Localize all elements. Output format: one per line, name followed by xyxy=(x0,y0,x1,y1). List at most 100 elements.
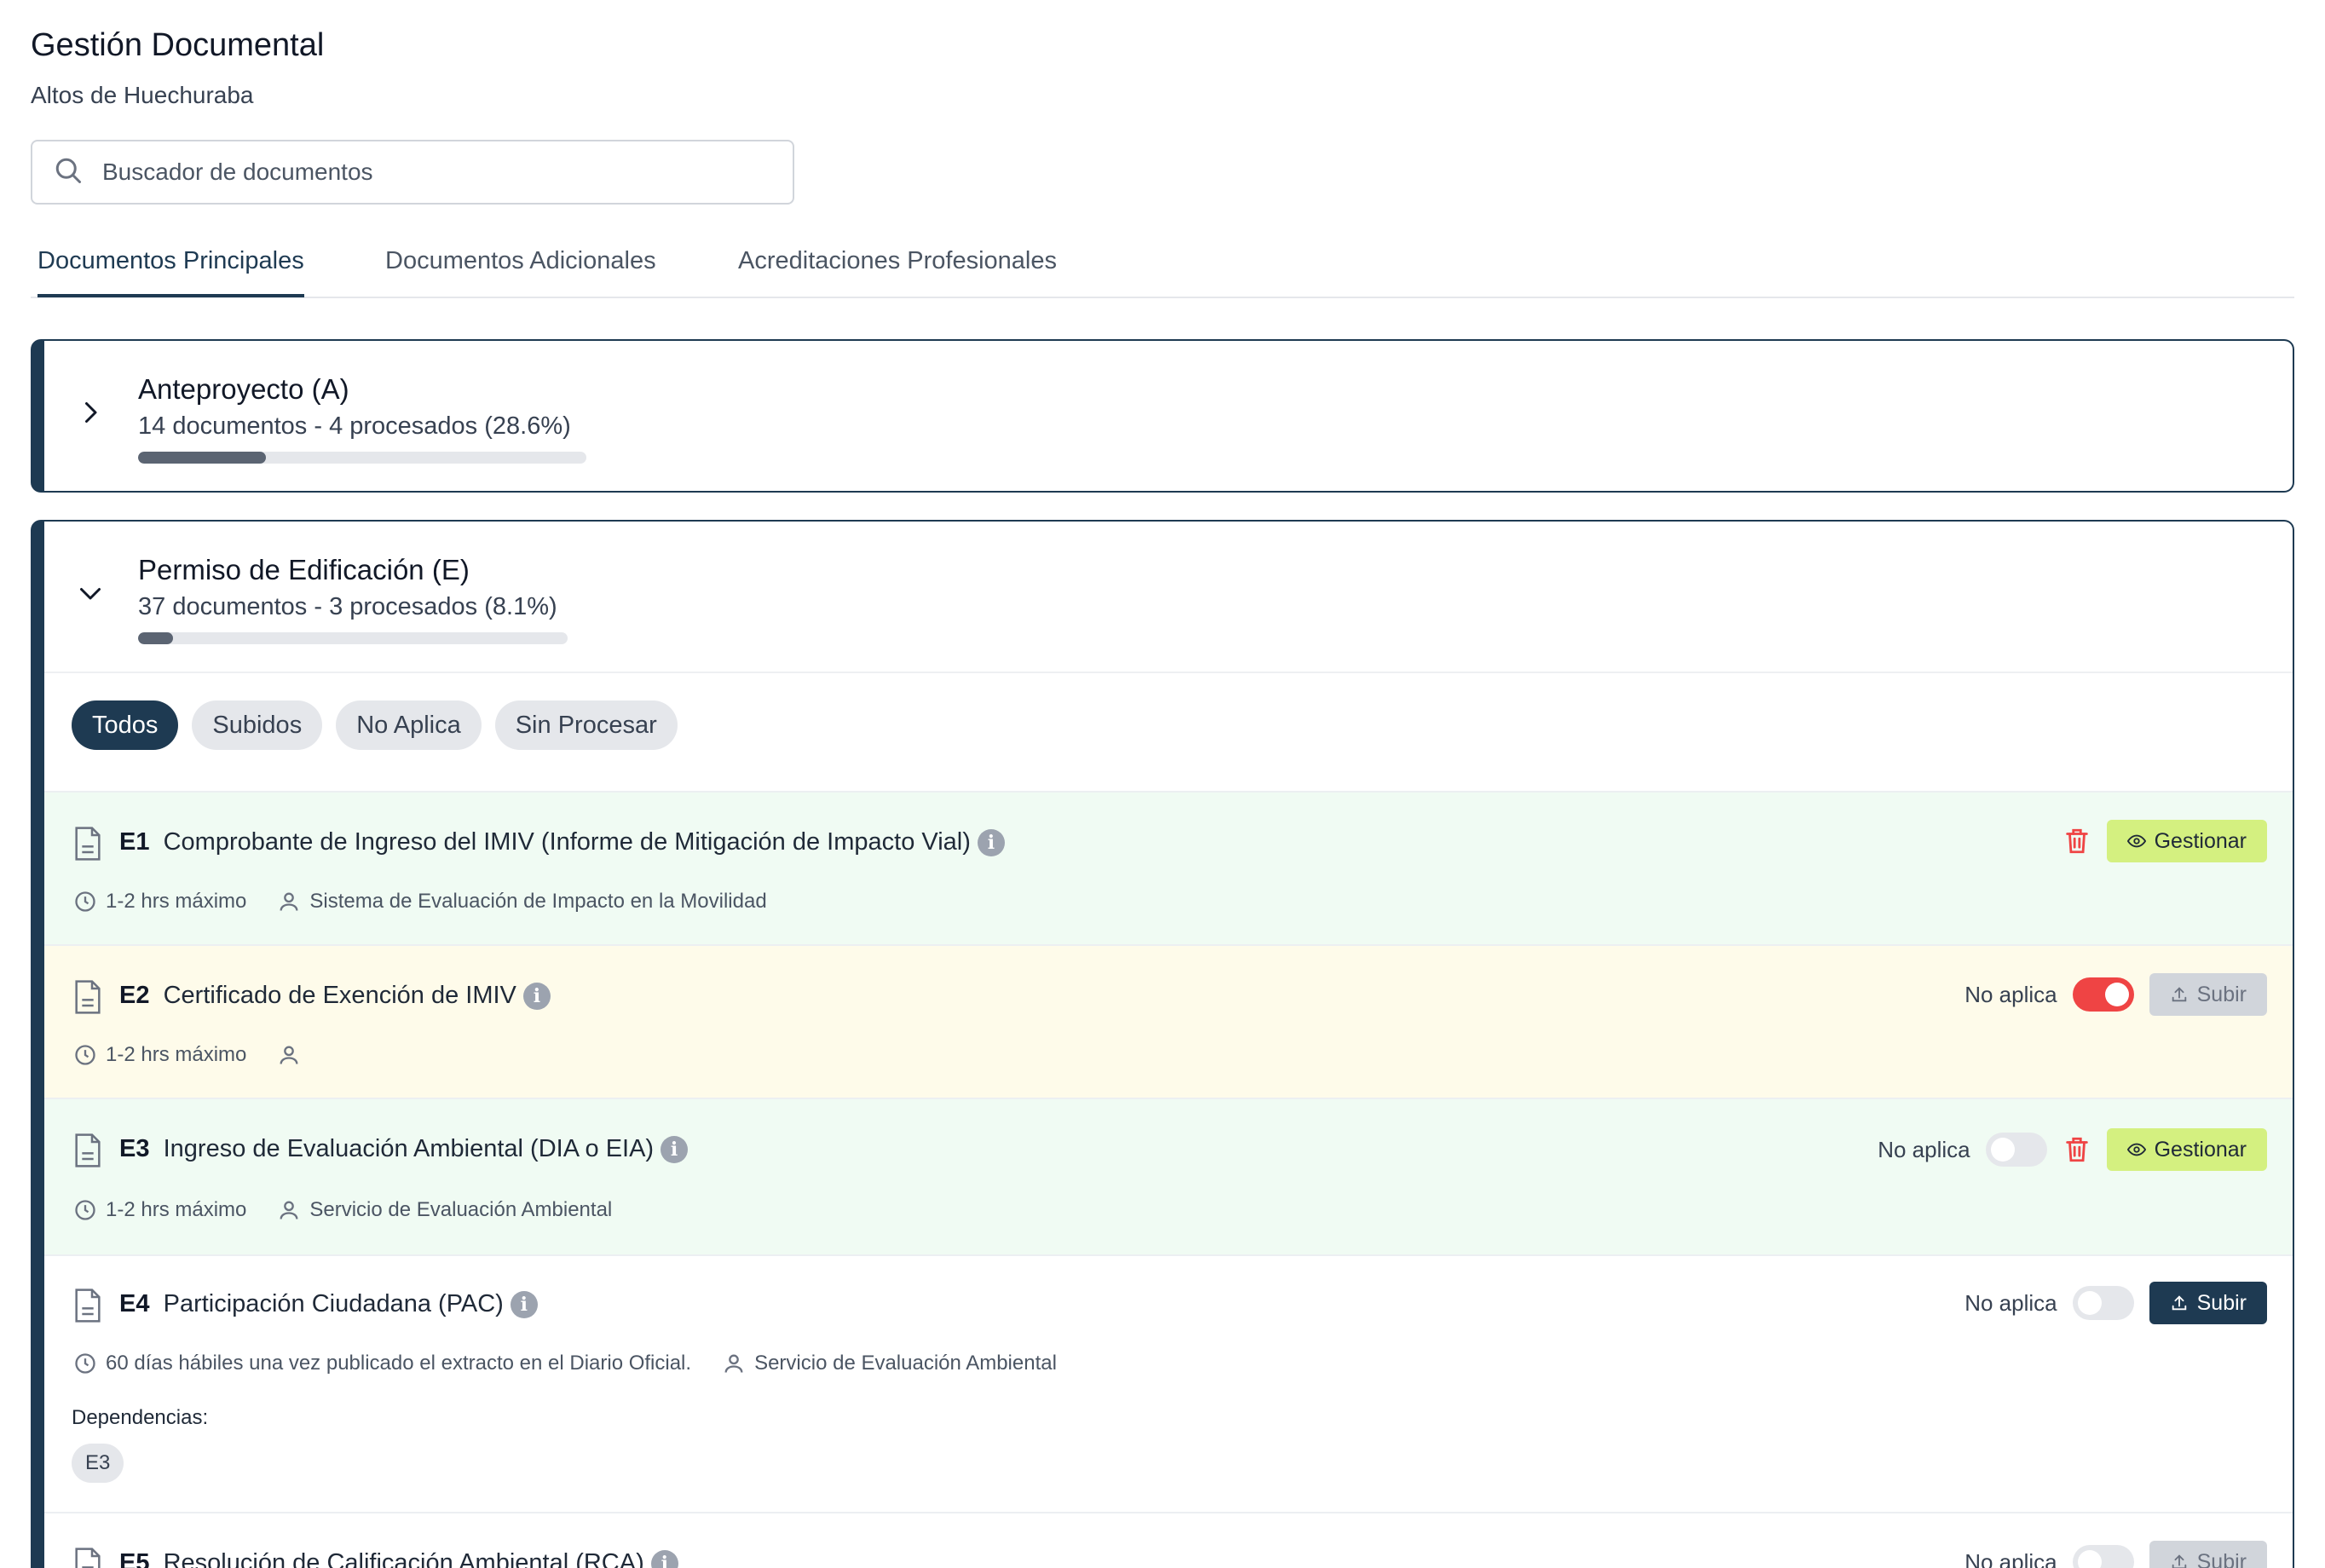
time-estimate: 1-2 hrs máximo xyxy=(106,890,247,913)
time-estimate: 1-2 hrs máximo xyxy=(106,1198,247,1221)
document-icon xyxy=(75,1288,101,1323)
user-icon xyxy=(280,1046,298,1064)
section-header[interactable]: Anteproyecto (A) 14 documentos - 4 proce… xyxy=(44,341,2293,491)
search-icon xyxy=(53,155,84,190)
info-icon[interactable]: i xyxy=(510,1291,538,1319)
document-meta: 1-2 hrs máximo xyxy=(73,1043,340,1067)
info-icon[interactable]: i xyxy=(661,1136,689,1164)
no-aplica-label: No aplica xyxy=(1964,1548,2057,1568)
document-meta: 1-2 hrs máximo Servicio de Evaluación Am… xyxy=(73,1198,643,1222)
row-actions: No aplica Subir xyxy=(1964,1282,2267,1324)
document-icon xyxy=(75,1133,101,1167)
document-name: Ingreso de Evaluación Ambiental (DIA o E… xyxy=(163,1135,655,1162)
gestionar-button[interactable]: Gestionar xyxy=(2106,1128,2267,1171)
progress-bar xyxy=(138,452,586,464)
subir-label: Subir xyxy=(2196,1290,2247,1315)
user-icon xyxy=(724,1354,743,1373)
subir-button[interactable]: Subir xyxy=(2149,1541,2267,1568)
gestionar-button[interactable]: Gestionar xyxy=(2106,820,2267,862)
responsible-entity: Servicio de Evaluación Ambiental xyxy=(754,1352,1057,1375)
time-estimate: 60 días hábiles una vez publicado el ext… xyxy=(106,1352,692,1375)
clock-icon xyxy=(75,891,95,912)
section-summary: 37 documentos - 3 procesados (8.1%) xyxy=(138,593,557,620)
no-aplica-toggle[interactable] xyxy=(1985,1133,2047,1167)
chevron-down-icon xyxy=(80,588,101,600)
document-icon xyxy=(75,1548,101,1568)
document-row-e2: E2 Certificado de Exención de IMIV i 1-2 … xyxy=(44,944,2293,1098)
toggle-knob xyxy=(2104,983,2129,1006)
eye-icon xyxy=(2126,1143,2146,1156)
document-row-e1: E1 Comprobante de Ingreso del IMIV (Info… xyxy=(44,791,2293,944)
document-row-e3: E3 Ingreso de Evaluación Ambiental (DIA … xyxy=(44,1098,2293,1254)
progress-fill xyxy=(138,452,267,464)
tab-bar: Documentos Principales Documentos Adicio… xyxy=(31,232,2294,298)
section-permiso-edificacion: Permiso de Edificación (E) 37 documentos… xyxy=(31,520,2294,1568)
row-actions: No aplica Subir xyxy=(1964,1541,2267,1568)
gestionar-label: Gestionar xyxy=(2154,828,2247,853)
clock-icon xyxy=(75,1353,95,1374)
page-title: Gestión Documental xyxy=(31,27,325,63)
document-icon xyxy=(75,980,101,1014)
document-row-e5: E5 Resolución de Calificación Ambiental … xyxy=(44,1512,2293,1568)
section-summary: 14 documentos - 4 procesados (28.6%) xyxy=(138,412,571,440)
document-icon xyxy=(75,827,101,861)
document-code: E5 xyxy=(119,1549,150,1568)
document-code: E1 xyxy=(119,828,150,856)
subir-button[interactable]: Subir xyxy=(2149,1282,2267,1324)
progress-fill xyxy=(138,632,173,644)
responsible-entity: Sistema de Evaluación de Impacto en la M… xyxy=(309,890,767,913)
upload-icon xyxy=(2172,1554,2186,1568)
upload-icon xyxy=(2172,1295,2186,1311)
document-name: Participación Ciudadana (PAC) xyxy=(163,1290,504,1317)
responsible-entity: Servicio de Evaluación Ambiental xyxy=(309,1198,613,1221)
tab-documentos-adicionales[interactable]: Documentos Adicionales xyxy=(385,247,656,294)
filter-no-aplica[interactable]: No Aplica xyxy=(336,700,482,750)
document-name: Certificado de Exención de IMIV xyxy=(163,982,516,1009)
trash-icon[interactable] xyxy=(2062,827,2091,856)
chevron-right-icon xyxy=(85,402,97,423)
no-aplica-label: No aplica xyxy=(1964,1289,2057,1316)
subir-label: Subir xyxy=(2196,1549,2247,1568)
no-aplica-toggle[interactable] xyxy=(2072,977,2134,1012)
trash-icon[interactable] xyxy=(2062,1135,2091,1164)
filter-sin-procesar[interactable]: Sin Procesar xyxy=(494,700,678,750)
filter-todos[interactable]: Todos xyxy=(72,700,179,750)
dependencies-label: Dependencias: xyxy=(72,1406,209,1429)
info-icon[interactable]: i xyxy=(522,983,551,1011)
clock-icon xyxy=(75,1045,95,1065)
tab-acreditaciones-profesionales[interactable]: Acreditaciones Profesionales xyxy=(738,247,1057,294)
row-actions: No aplica Subir xyxy=(1964,973,2267,1016)
gestionar-label: Gestionar xyxy=(2154,1137,2247,1162)
project-name: Altos de Huechuraba xyxy=(31,82,254,108)
subir-button[interactable]: Subir xyxy=(2149,973,2267,1016)
toggle-knob xyxy=(2077,1291,2102,1315)
no-aplica-label: No aplica xyxy=(1878,1136,1970,1162)
search-box xyxy=(31,140,794,205)
page: Gestión Documental Altos de Huechuraba D… xyxy=(0,0,2325,1568)
document-code: E2 xyxy=(119,982,150,1009)
filter-subidos[interactable]: Subidos xyxy=(192,700,323,750)
search-input[interactable] xyxy=(102,159,750,186)
section-title: Permiso de Edificación (E) xyxy=(138,554,470,585)
document-meta: 1-2 hrs máximo Sistema de Evaluación de … xyxy=(73,890,798,914)
document-code: E4 xyxy=(119,1290,150,1317)
info-icon[interactable]: i xyxy=(650,1550,678,1568)
filter-chips: Todos Subidos No Aplica Sin Procesar xyxy=(72,700,678,750)
info-icon[interactable]: i xyxy=(977,829,1005,857)
section-header[interactable]: Permiso de Edificación (E) 37 documentos… xyxy=(44,522,2293,673)
row-actions: No aplica Gestionar xyxy=(1878,1128,2267,1171)
document-meta: 60 días hábiles una vez publicado el ext… xyxy=(73,1352,1088,1375)
toggle-knob xyxy=(2077,1550,2102,1568)
no-aplica-label: No aplica xyxy=(1964,981,2057,1007)
no-aplica-toggle[interactable] xyxy=(2072,1545,2134,1568)
document-name: Resolución de Calificación Ambiental (RC… xyxy=(163,1549,644,1568)
user-icon xyxy=(280,892,298,911)
tab-documentos-principales[interactable]: Documentos Principales xyxy=(38,247,304,297)
clock-icon xyxy=(75,1200,95,1220)
document-code: E3 xyxy=(119,1135,150,1162)
subir-label: Subir xyxy=(2196,982,2247,1006)
user-icon xyxy=(280,1201,298,1219)
section-anteproyecto[interactable]: Anteproyecto (A) 14 documentos - 4 proce… xyxy=(31,339,2294,493)
no-aplica-toggle[interactable] xyxy=(2072,1286,2134,1320)
row-actions: Gestionar xyxy=(2062,820,2267,862)
